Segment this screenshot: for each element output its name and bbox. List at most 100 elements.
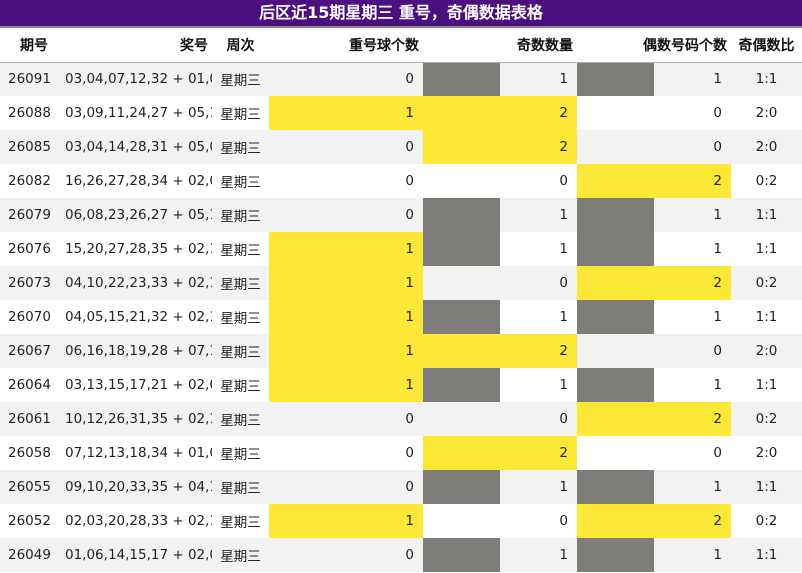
issue-cell: 26055	[8, 479, 51, 495]
issue-cell: 26079	[8, 207, 51, 223]
issue-cell: 26058	[8, 445, 51, 461]
table-row: 26070 04,05,15,21,32 + 02,11 星期三 1 1 1 1:1	[0, 300, 802, 334]
weekday-cell: 星期三	[220, 549, 261, 565]
even-count-cell: 1	[713, 309, 722, 325]
odd-count-cell: 1	[559, 71, 568, 88]
odd-indicator-block	[423, 538, 500, 572]
header-spacer	[423, 28, 500, 63]
draw-cell: 10,12,26,31,35 + 02,12	[65, 411, 212, 427]
ratio-cell: 1:1	[755, 309, 778, 325]
odd-count-cell: 0	[559, 275, 568, 291]
table-row: 26085 03,04,14,28,31 + 05,07 星期三 0 2 0 2:0	[0, 130, 802, 164]
repeat-count-cell: 1	[269, 300, 423, 334]
draw-cell: 06,16,18,19,28 + 07,11	[65, 343, 212, 359]
issue-cell: 26091	[8, 71, 51, 88]
weekday-cell: 星期三	[220, 209, 261, 225]
ratio-cell: 1:1	[755, 207, 778, 223]
table-row: 26052 02,03,20,28,33 + 02,12 星期三 1 0 2 0:2	[0, 504, 802, 538]
even-indicator-block	[577, 368, 654, 402]
odd-count-cell: 1	[559, 479, 568, 495]
table-title: 后区近15期星期三 重号，奇偶数据表格	[0, 0, 802, 28]
weekday-cell: 星期三	[220, 311, 261, 327]
table-row: 26049 01,06,14,15,17 + 02,03 星期三 0 1 1 1:1	[0, 538, 802, 572]
weekday-cell: 星期三	[220, 379, 261, 395]
even-indicator-block	[577, 130, 654, 164]
repeat-count-cell: 0	[405, 479, 414, 495]
table-row: 26064 03,13,15,17,21 + 02,07 星期三 1 1 1 1:1	[0, 368, 802, 402]
even-count-cell: 1	[713, 71, 722, 88]
ratio-cell: 1:1	[755, 479, 778, 495]
repeat-count-cell: 1	[269, 334, 423, 368]
weekday-cell: 星期三	[220, 277, 261, 293]
issue-cell: 26085	[8, 139, 51, 155]
table-row: 26067 06,16,18,19,28 + 07,11 星期三 1 2 0 2:0	[0, 334, 802, 368]
odd-indicator-block	[423, 164, 500, 198]
even-count-cell: 2	[654, 504, 731, 538]
ratio-cell: 2:0	[755, 445, 778, 461]
issue-cell: 26052	[8, 513, 51, 529]
draw-cell: 03,04,14,28,31 + 05,07	[65, 139, 212, 155]
even-count-cell: 1	[713, 207, 722, 223]
header-weekday: 周次	[212, 28, 269, 63]
odd-count-cell: 0	[559, 513, 568, 529]
weekday-cell: 星期三	[220, 73, 261, 90]
odd-count-cell: 2	[500, 436, 577, 470]
weekday-cell: 星期三	[220, 447, 261, 463]
odd-indicator-block	[423, 402, 500, 436]
ratio-cell: 0:2	[755, 173, 778, 189]
odd-indicator-block	[423, 300, 500, 334]
header-issue: 期号	[0, 28, 57, 63]
odd-count-cell: 0	[559, 411, 568, 427]
even-count-cell: 0	[713, 343, 722, 359]
draw-cell: 01,06,14,15,17 + 02,03	[65, 547, 212, 563]
odd-indicator-block	[423, 198, 500, 232]
odd-count-cell: 2	[500, 96, 577, 130]
table-row: 26088 03,09,11,24,27 + 05,11 星期三 1 2 0 2:0	[0, 96, 802, 130]
odd-indicator-block	[423, 368, 500, 402]
repeat-count-cell: 0	[405, 71, 414, 88]
header-draw: 奖号	[57, 28, 212, 63]
odd-count-cell: 1	[559, 377, 568, 393]
draw-cell: 09,10,20,33,35 + 04,11	[65, 479, 212, 495]
header-odd: 奇数数量	[500, 28, 577, 63]
table-row: 26079 06,08,23,26,27 + 05,12 星期三 0 1 1 1:1	[0, 198, 802, 232]
even-indicator-block	[577, 504, 654, 538]
odd-indicator-block	[423, 62, 500, 96]
header-repeat: 重号球个数	[269, 28, 423, 63]
draw-cell: 03,04,07,12,32 + 01,02	[65, 71, 212, 88]
odd-count-cell: 2	[500, 334, 577, 368]
table-row: 26076 15,20,27,28,35 + 02,11 星期三 1 1 1 1:1	[0, 232, 802, 266]
table-body: 26091 03,04,07,12,32 + 01,02 星期三 0 1 1 1:1 2608…	[0, 62, 802, 572]
weekday-cell: 星期三	[220, 141, 261, 157]
even-count-cell: 2	[654, 164, 731, 198]
odd-count-cell: 1	[559, 309, 568, 325]
repeat-count-cell: 1	[269, 368, 423, 402]
even-indicator-block	[577, 62, 654, 96]
ratio-cell: 0:2	[755, 411, 778, 427]
issue-cell: 26076	[8, 241, 51, 257]
draw-cell: 02,03,20,28,33 + 02,12	[65, 513, 212, 529]
ratio-cell: 0:2	[755, 513, 778, 529]
even-count-cell: 1	[713, 377, 722, 393]
table-row: 26082 16,26,27,28,34 + 02,06 星期三 0 0 2 0:2	[0, 164, 802, 198]
draw-cell: 06,08,23,26,27 + 05,12	[65, 207, 212, 223]
odd-indicator-block	[423, 130, 500, 164]
draw-cell: 03,09,11,24,27 + 05,11	[65, 105, 212, 121]
odd-even-table: 期号 奖号 周次 重号球个数 奇数数量 偶数号码个数 奇偶数比 26091 03,…	[0, 28, 802, 572]
repeat-count-cell: 0	[405, 207, 414, 223]
odd-indicator-block	[423, 504, 500, 538]
odd-indicator-block	[423, 436, 500, 470]
issue-cell: 26049	[8, 547, 51, 563]
issue-cell: 26082	[8, 173, 51, 189]
odd-count-cell: 1	[559, 241, 568, 257]
even-indicator-block	[577, 300, 654, 334]
odd-indicator-block	[423, 232, 500, 266]
odd-indicator-block	[423, 470, 500, 504]
issue-cell: 26064	[8, 377, 51, 393]
even-indicator-block	[577, 334, 654, 368]
odd-count-cell: 1	[559, 547, 568, 563]
draw-cell: 04,05,15,21,32 + 02,11	[65, 309, 212, 325]
even-indicator-block	[577, 96, 654, 130]
draw-cell: 15,20,27,28,35 + 02,11	[65, 241, 212, 257]
weekday-cell: 星期三	[220, 413, 261, 429]
